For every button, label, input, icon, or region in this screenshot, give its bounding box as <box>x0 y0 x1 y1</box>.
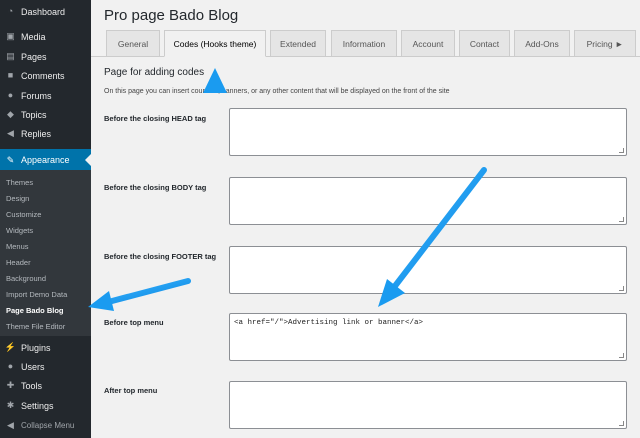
section-description: On this page you can insert counters, ba… <box>104 88 450 95</box>
textarea-footer-tag[interactable] <box>229 246 627 294</box>
section-title: Page for adding codes <box>104 67 205 78</box>
resize-handle-icon[interactable] <box>619 286 624 291</box>
menu-users[interactable]: ● Users <box>0 357 91 376</box>
menu-media[interactable]: ▣ Media <box>0 27 91 46</box>
menu-label: Dashboard <box>21 6 66 17</box>
tab-pricing[interactable]: Pricing ► <box>574 30 636 56</box>
dashboard-icon: ◔ <box>7 6 14 16</box>
tools-icon: ✚ <box>6 380 15 390</box>
submenu-header[interactable]: Header <box>6 258 31 267</box>
menu-collapse[interactable]: ◀ Collapse Menu <box>0 416 91 435</box>
topics-icon: ◆ <box>7 109 14 119</box>
menu-label: Settings <box>21 400 54 411</box>
submenu-customize[interactable]: Customize <box>6 210 41 219</box>
menu-label: Replies <box>21 128 52 139</box>
tab-account[interactable]: Account <box>401 30 455 56</box>
comments-icon: ■ <box>7 70 14 80</box>
replies-icon: ◀ <box>7 128 14 138</box>
resize-handle-icon[interactable] <box>619 148 624 153</box>
submenu-theme-file-editor[interactable]: Theme File Editor <box>6 322 65 331</box>
tab-contact[interactable]: Contact <box>459 30 510 56</box>
submenu-design[interactable]: Design <box>6 194 29 203</box>
menu-label: Users <box>21 361 45 372</box>
media-icon: ▣ <box>6 31 15 41</box>
label-before-top-menu: Before top menu <box>104 318 164 327</box>
menu-dashboard[interactable]: ◔ Dashboard <box>0 2 91 21</box>
label-footer-tag: Before the closing FOOTER tag <box>104 252 217 261</box>
menu-replies[interactable]: ◀ Replies <box>0 124 91 143</box>
menu-label: Plugins <box>21 342 51 353</box>
tab-extended[interactable]: Extended <box>270 30 326 56</box>
textarea-value: <a href="/">Advertising link or banner</… <box>234 319 424 327</box>
plugins-icon: ⚡ <box>4 342 17 352</box>
arrow-left-icon <box>88 278 191 311</box>
menu-plugins[interactable]: ⚡ Plugins <box>0 338 91 357</box>
paintbrush-icon: ✎ <box>6 154 15 165</box>
label-head-tag: Before the closing HEAD tag <box>104 114 207 123</box>
pages-icon: ▤ <box>6 51 15 61</box>
menu-comments[interactable]: ■ Comments <box>0 66 91 85</box>
menu-forums[interactable]: ● Forums <box>0 86 91 105</box>
appearance-submenu: Themes Design Customize Widgets Menus He… <box>0 170 91 336</box>
menu-appearance[interactable]: ✎ Appearance <box>0 149 91 171</box>
admin-sidebar: ◔ Dashboard ▣ Media ▤ Pages ■ Comments ● Foru… <box>0 0 91 438</box>
forums-icon: ● <box>7 90 14 100</box>
resize-handle-icon[interactable] <box>619 421 624 426</box>
submenu-background[interactable]: Background <box>6 274 46 283</box>
label-body-tag: Before the closing BODY tag <box>104 183 207 192</box>
resize-handle-icon[interactable] <box>619 217 624 222</box>
settings-icon: ✱ <box>6 400 15 410</box>
menu-label: Comments <box>21 70 65 81</box>
tab-general[interactable]: General <box>106 30 160 56</box>
submenu-widgets[interactable]: Widgets <box>6 226 33 235</box>
resize-handle-icon[interactable] <box>619 353 624 358</box>
menu-label: Pages <box>21 51 47 62</box>
tab-information[interactable]: Information <box>331 30 397 56</box>
page-title: Pro page Bado Blog <box>104 7 239 24</box>
menu-topics[interactable]: ◆ Topics <box>0 105 91 124</box>
users-icon: ● <box>7 361 14 371</box>
menu-label: Forums <box>21 90 52 101</box>
submenu-page-bado-blog[interactable]: Page Bado Blog <box>6 306 64 315</box>
menu-label: Tools <box>21 380 43 391</box>
label-after-top-menu: After top menu <box>104 386 158 395</box>
menu-tools[interactable]: ✚ Tools <box>0 376 91 395</box>
menu-label: Collapse Menu <box>21 421 75 430</box>
submenu-themes[interactable]: Themes <box>6 178 33 187</box>
collapse-icon: ◀ <box>7 420 14 430</box>
submenu-import-demo-data[interactable]: Import Demo Data <box>6 290 67 299</box>
textarea-head-tag[interactable] <box>229 108 627 156</box>
textarea-after-top-menu[interactable] <box>229 381 627 429</box>
menu-label: Media <box>21 31 46 42</box>
submenu-menus[interactable]: Menus <box>6 242 29 251</box>
tab-codes[interactable]: Codes (Hooks theme) <box>164 30 266 57</box>
menu-settings[interactable]: ✱ Settings <box>0 396 91 415</box>
menu-label: Topics <box>21 109 47 120</box>
menu-pages[interactable]: ▤ Pages <box>0 47 91 66</box>
textarea-body-tag[interactable] <box>229 177 627 225</box>
menu-label: Appearance <box>21 155 70 165</box>
textarea-before-top-menu[interactable]: <a href="/">Advertising link or banner</… <box>229 313 627 361</box>
tab-add-ons[interactable]: Add-Ons <box>514 30 570 56</box>
